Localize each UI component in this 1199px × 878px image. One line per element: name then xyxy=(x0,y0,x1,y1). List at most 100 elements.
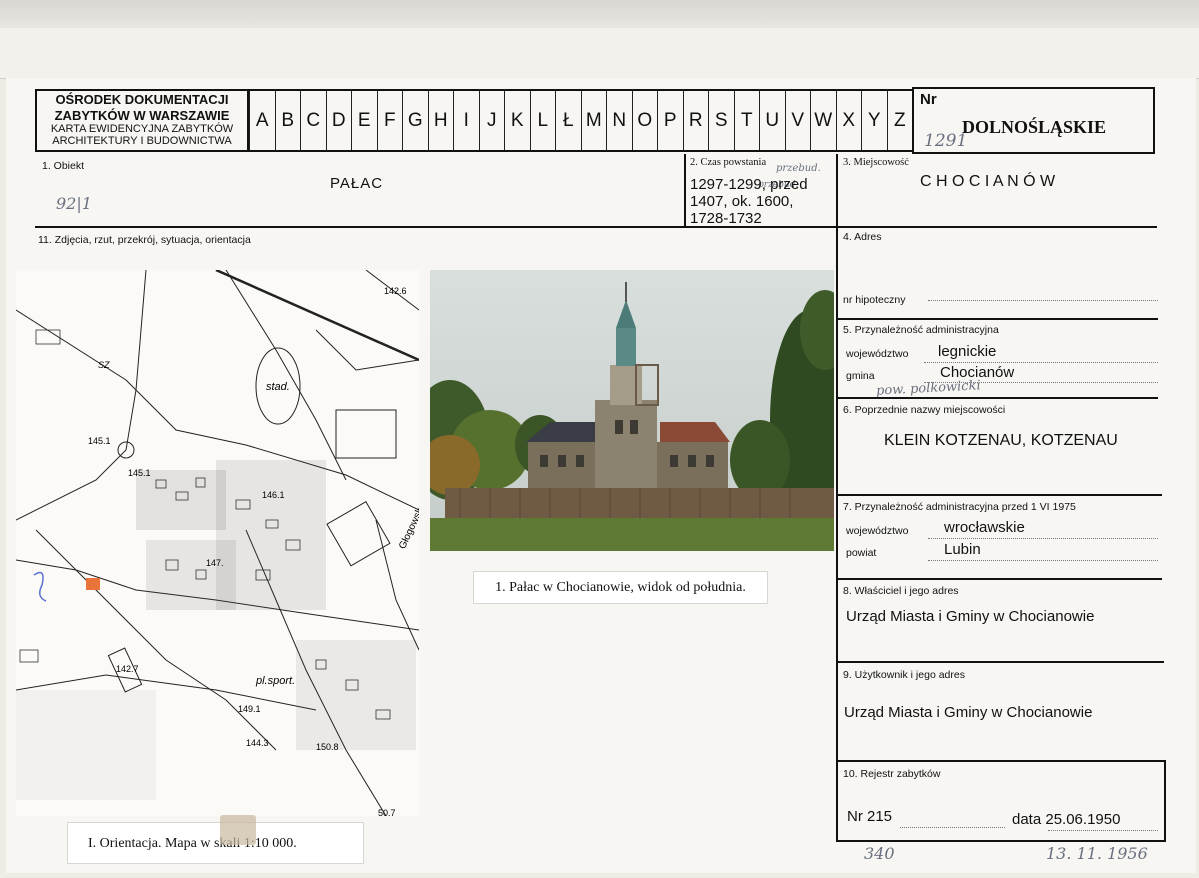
rejestr-data-line xyxy=(1048,830,1158,831)
map-elevation-10: 50.7 xyxy=(378,808,396,816)
rejestr-label: 10. Rejestr zabytków xyxy=(843,768,941,780)
map-elevation-7: 149.1 xyxy=(238,704,261,714)
scan-top-bar xyxy=(0,0,1199,28)
uzytkownik-value: Urząd Miasta i Gminy w Chocianowie xyxy=(844,704,1093,721)
index-letter: V xyxy=(784,91,811,150)
alphabet-index: ABCDEFGHIJKLŁMNOPRSTUVWXYZ xyxy=(249,89,912,152)
palace-location-marker xyxy=(86,578,100,590)
index-letter: T xyxy=(733,91,760,150)
czas-handwritten-1: przebud. xyxy=(776,163,821,174)
handwritten-date: 13. 11. 1956 xyxy=(1046,844,1148,863)
rejestr-nr: Nr 215 xyxy=(847,808,893,825)
index-letter: C xyxy=(300,91,326,150)
powiat-line xyxy=(928,560,1158,561)
divider-right-column xyxy=(836,154,838,816)
wlasciciel-label: 8. Właściciel i jego adres xyxy=(843,585,959,597)
rejestr-data: data 25.06.1950 xyxy=(1012,811,1121,828)
index-letter: S xyxy=(708,91,734,150)
index-letter: P xyxy=(657,91,683,150)
nr-label: Nr xyxy=(920,91,937,108)
index-letter: D xyxy=(325,91,352,150)
map-label-street: Głogowska xyxy=(397,501,419,551)
index-letter: H xyxy=(427,91,454,150)
czas-label: 2. Czas powstania xyxy=(690,157,767,168)
index-letter: E xyxy=(351,91,377,150)
woj1975-line xyxy=(928,538,1158,539)
index-letter: I xyxy=(453,91,479,150)
woj1975-value: wrocławskie xyxy=(944,519,1025,536)
map-elevation-4: 146.1 xyxy=(262,490,285,500)
card-type-line-1: KARTA EWIDENCYJNA ZABYTKÓW xyxy=(50,123,234,135)
rule-9 xyxy=(836,661,1164,663)
woj1975-label: województwo xyxy=(846,525,909,537)
hipoteczny-line xyxy=(928,300,1158,301)
number-box: Nr 1291 DOLNOŚLĄSKIE xyxy=(912,87,1155,154)
map-caption: I. Orientacja. Mapa w skali 1:10 000. xyxy=(67,822,364,864)
wlasciciel-value: Urząd Miasta i Gminy w Chocianowie xyxy=(846,608,1095,625)
rule-6 xyxy=(836,397,1158,399)
map-label-stadium: stad. xyxy=(266,381,290,393)
rule-row1 xyxy=(35,226,1157,228)
przed1975-label: 7. Przynależność administracyjna przed 1… xyxy=(843,501,1076,513)
uzytkownik-label: 9. Użytkownik i jego adres xyxy=(843,669,965,681)
index-letter: A xyxy=(249,91,275,150)
index-letter: J xyxy=(478,91,505,150)
rule-5 xyxy=(836,318,1158,320)
palace-photo-image xyxy=(430,270,834,551)
index-letter: R xyxy=(682,91,709,150)
index-letter: M xyxy=(580,91,607,150)
czas-value-wrap: 1297-1299, przed 1407, ok. 1600, 1728-17… xyxy=(690,176,830,226)
scan-top-strip xyxy=(0,28,1199,79)
index-letter: L xyxy=(529,91,556,150)
miejscowosc-value: C H O C I A N Ó W xyxy=(920,173,1056,190)
gmina-label: gmina xyxy=(846,370,875,382)
map-elevation-1: 142.6 xyxy=(384,286,407,296)
map-label-sz: SZ xyxy=(98,360,110,370)
region-name: DOLNOŚLĄSKIE xyxy=(962,117,1107,137)
divider-czas xyxy=(684,154,686,227)
miejscowosc-label: 3. Miejscowość xyxy=(843,157,909,168)
wojewodztwo-value: legnickie xyxy=(938,343,997,360)
map-label-sport: pl.sport. xyxy=(255,675,295,687)
powiat-value: Lubin xyxy=(944,541,981,558)
orientation-map-image: stad. pl.sport. Głogowska 142.6 145.1 14… xyxy=(16,270,419,816)
map-elevation-3: 145.1 xyxy=(128,468,151,478)
map-elevation-9: 150.8 xyxy=(316,742,339,752)
rule-7 xyxy=(836,494,1162,496)
adres-label: 4. Adres xyxy=(843,231,882,243)
przynaleznosc-label: 5. Przynależność administracyjna xyxy=(843,324,999,336)
hipoteczny-label: nr hipoteczny xyxy=(843,294,906,306)
photo-caption: 1. Pałac w Chocianowie, widok od południ… xyxy=(473,571,768,604)
wojewodztwo-label: województwo xyxy=(846,348,909,360)
index-letter: F xyxy=(376,91,403,150)
index-letter: B xyxy=(274,91,301,150)
index-letter: Y xyxy=(861,91,887,150)
poprzednie-value: KLEIN KOTZENAU, KOTZENAU xyxy=(884,432,1118,449)
institution-line-1: OŚRODEK DOKUMENTACJI xyxy=(55,92,229,107)
index-letter: Z xyxy=(886,91,913,150)
index-letter: U xyxy=(759,91,785,150)
zdjecia-label: 11. Zdjęcia, rzut, przekrój, sytuacja, o… xyxy=(38,234,251,246)
map-elevation-5: 147. xyxy=(206,558,224,568)
powiat-label: powiat xyxy=(846,547,877,559)
map-elevation-6: 142.7 xyxy=(116,664,139,674)
obiekt-value: PAŁAC xyxy=(330,175,384,192)
handwritten-number: 340 xyxy=(864,844,895,863)
institution-box: OŚRODEK DOKUMENTACJI ZABYTKÓW W WARSZAWI… xyxy=(35,89,249,152)
institution-line-2: ZABYTKÓW W WARSZAWIE xyxy=(54,108,230,123)
palace-photo xyxy=(430,270,834,551)
index-letter: O xyxy=(631,91,658,150)
card-type-line-2: ARCHITEKTURY I BUDOWNICTWA xyxy=(52,135,232,147)
index-letter: W xyxy=(810,91,836,150)
index-letter: K xyxy=(504,91,530,150)
poprzednie-label: 6. Poprzednie nazwy miejscowości xyxy=(843,404,1006,416)
map-elevation-8: 144.3 xyxy=(246,738,269,748)
czas-value: 1297-1299, przed 1407, ok. 1600, 1728-17… xyxy=(690,176,808,226)
index-letter: X xyxy=(835,91,862,150)
rule-8 xyxy=(836,578,1162,580)
obiekt-label: 1. Obiekt xyxy=(42,160,85,172)
index-letter: G xyxy=(402,91,428,150)
nr-handwritten: 1291 xyxy=(924,131,968,151)
map-elevation-2: 145.1 xyxy=(88,436,111,446)
tape-stain xyxy=(220,815,256,845)
